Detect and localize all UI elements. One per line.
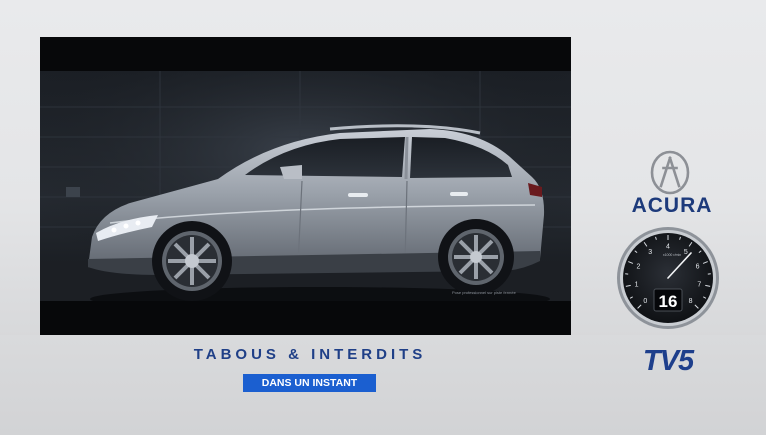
tachometer-countdown: 0 1 2 3 4 5 6 7 8 x1000 r/min 16	[617, 227, 719, 329]
rear-wheel	[438, 219, 514, 295]
tach-unit-label: x1000 r/min	[663, 253, 681, 257]
tach-tick-label: 0	[643, 298, 647, 305]
tv5-logo: TV5	[642, 345, 694, 377]
tach-tick-label: 3	[648, 249, 652, 256]
video-disclaimer: Pose professionnel sur piste fermée	[452, 290, 517, 295]
countdown-value: 16	[659, 292, 678, 311]
video-panel: Pose professionnel sur piste fermée	[40, 37, 571, 335]
tach-tick-label: 5	[684, 249, 688, 256]
show-title: TABOUS & INTERDITS	[193, 346, 427, 363]
acura-logo-icon	[650, 150, 690, 195]
tach-tick-label: 6	[696, 263, 700, 270]
tach-tick-label: 8	[689, 298, 693, 305]
acura-wordmark: ACURA	[631, 194, 713, 217]
tach-tick-label: 4	[666, 244, 670, 251]
front-wheel	[152, 221, 232, 301]
tach-tick-label: 2	[636, 263, 640, 270]
coming-up-badge: DANS UN INSTANT	[243, 374, 376, 392]
tach-tick-label: 1	[635, 282, 639, 289]
tach-tick-label: 7	[697, 282, 701, 289]
car-scene: Pose professionnel sur piste fermée	[40, 37, 571, 335]
tv-broadcast-frame: Pose professionnel sur piste fermée TABO…	[0, 0, 766, 435]
